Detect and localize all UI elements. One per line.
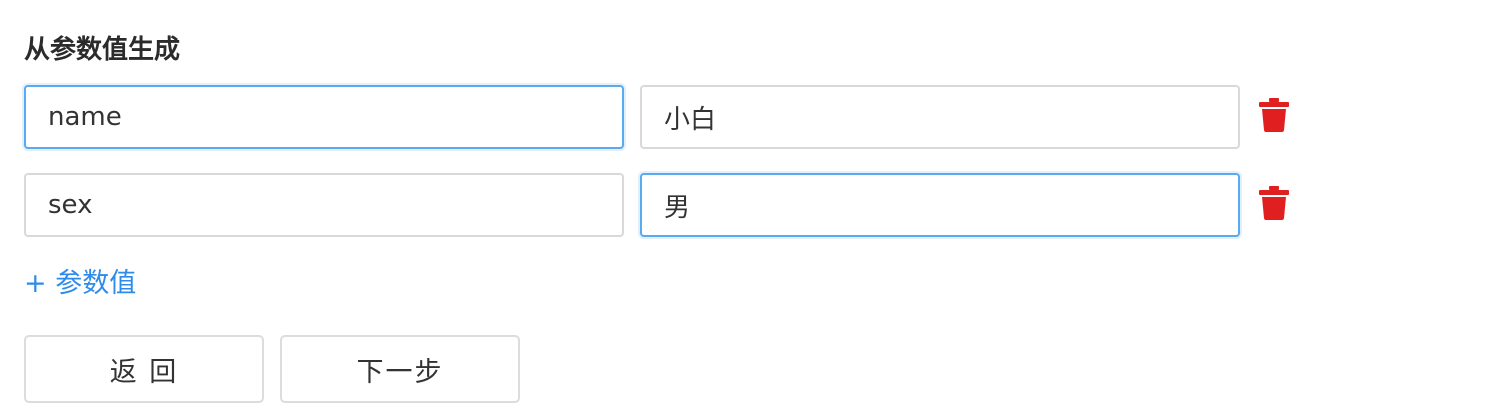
param-row — [24, 85, 1304, 149]
next-step-button[interactable]: 下一步 — [280, 335, 520, 403]
trash-icon — [1259, 186, 1289, 220]
params-form: 从参数值生成 + 参数值 返 回 下一步 — [0, 0, 1492, 418]
param-value-input[interactable] — [640, 85, 1240, 149]
param-row — [24, 173, 1304, 237]
param-key-input[interactable] — [24, 173, 624, 237]
back-button[interactable]: 返 回 — [24, 335, 264, 403]
add-param-link[interactable]: + 参数值 — [24, 264, 136, 304]
section-title: 从参数值生成 — [24, 35, 181, 65]
delete-param-button[interactable] — [1256, 183, 1292, 223]
delete-param-button[interactable] — [1256, 95, 1292, 135]
param-key-input[interactable] — [24, 85, 624, 149]
trash-icon — [1259, 98, 1289, 132]
param-value-input[interactable] — [640, 173, 1240, 237]
